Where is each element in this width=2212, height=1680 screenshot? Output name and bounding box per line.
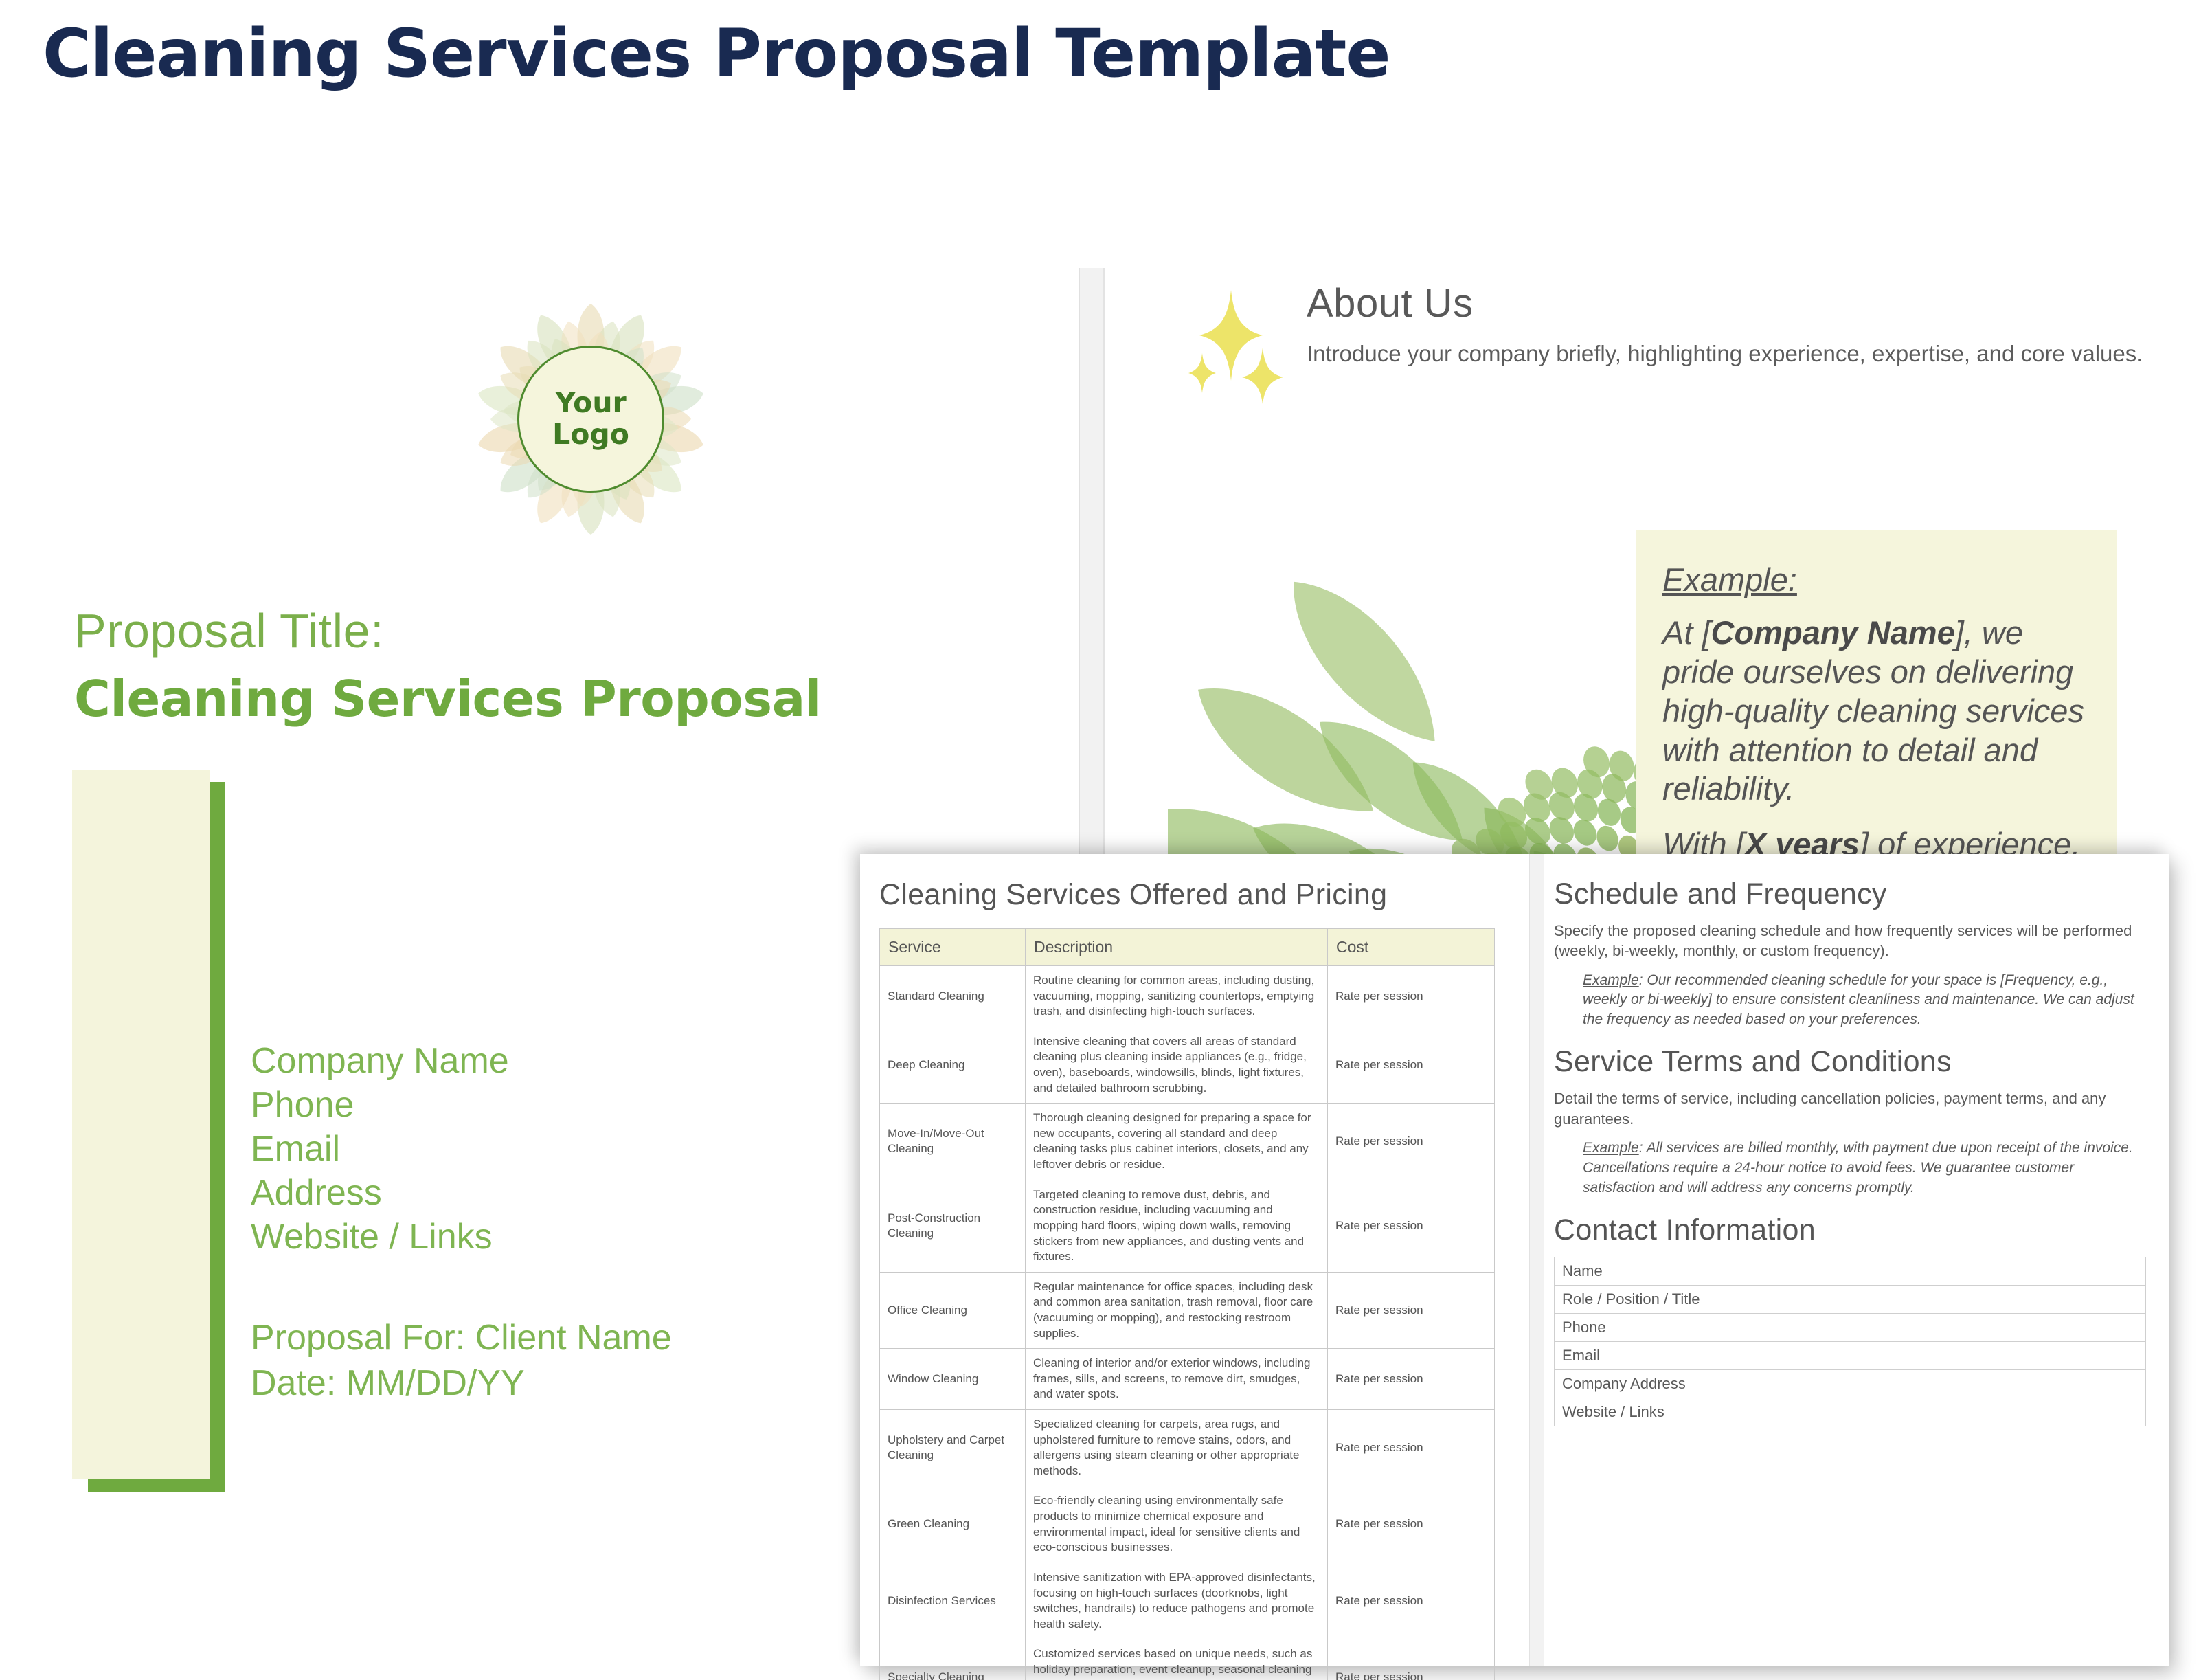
about-us-title: About Us — [1307, 281, 1474, 326]
logo-line-2: Logo — [552, 418, 629, 451]
description-cell: Customized services based on unique need… — [1025, 1639, 1328, 1680]
col-header-description: Description — [1025, 928, 1328, 966]
proposal-date: Date: MM/DD/YY — [251, 1363, 525, 1403]
cost-cell: Rate per session — [1327, 1103, 1495, 1180]
cost-cell: Rate per session — [1327, 1562, 1495, 1640]
logo-line-1: Your — [555, 386, 627, 420]
contact-field-label: Name — [1554, 1256, 2146, 1286]
cost-cell: Rate per session — [1327, 1271, 1495, 1349]
cost-cell: Rate per session — [1327, 1486, 1495, 1563]
logo-core: Your Logo — [517, 346, 664, 493]
table-header-row: Service Description Cost — [879, 928, 1495, 966]
service-cell: Green Cleaning — [879, 1486, 1026, 1563]
cost-cell: Rate per session — [1327, 1409, 1495, 1487]
service-cell: Disinfection Services — [879, 1562, 1026, 1640]
table-row: Office Cleaning Regular maintenance for o… — [879, 1271, 1495, 1349]
terms-title: Service Terms and Conditions — [1554, 1045, 1952, 1079]
service-cell: Upholstery and Carpet Cleaning — [879, 1409, 1026, 1487]
cover-contact-list: Company Name Phone Email Address Website… — [251, 1040, 509, 1259]
table-row: Standard Cleaning Routine cleaning for co… — [879, 965, 1495, 1027]
service-cell: Move-In/Move-Out Cleaning — [879, 1103, 1026, 1180]
contact-phone: Phone — [251, 1084, 354, 1125]
description-cell: Targeted cleaning to remove dust, debris… — [1025, 1179, 1328, 1273]
table-row: Disinfection Services Intensive sanitizat… — [879, 1562, 1495, 1640]
services-pricing-table: Service Description Cost Standard Cleani… — [879, 928, 1495, 1680]
proposal-title-value: Cleaning Services Proposal — [74, 670, 822, 728]
slide-divider-bottom — [1529, 854, 1544, 1666]
contact-field-label: Phone — [1554, 1312, 2146, 1342]
table-row: Specialty Cleaning Customized services ba… — [879, 1639, 1495, 1680]
description-cell: Thorough cleaning designed for preparing… — [1025, 1103, 1328, 1180]
cost-cell: Rate per session — [1327, 1179, 1495, 1273]
cost-cell: Rate per session — [1327, 965, 1495, 1027]
table-row: Deep Cleaning Intensive cleaning that cov… — [879, 1026, 1495, 1104]
table-row: Green Cleaning Eco-friendly cleaning usin… — [879, 1486, 1495, 1563]
service-cell: Window Cleaning — [879, 1348, 1026, 1411]
cost-cell: Rate per session — [1327, 1639, 1495, 1680]
table-row: Move-In/Move-Out Cleaning Thorough cleani… — [879, 1103, 1495, 1180]
contact-company: Company Name — [251, 1041, 509, 1081]
sparkle-icon — [1188, 290, 1283, 404]
service-cell: Deep Cleaning — [879, 1026, 1026, 1104]
page-root: Cleaning Services Proposal Template Your… — [0, 0, 2212, 1680]
contact-field-row[interactable]: Phone — [1554, 1312, 2146, 1342]
services-section-title: Cleaning Services Offered and Pricing — [879, 878, 1388, 911]
service-cell: Post-Construction Cleaning — [879, 1179, 1026, 1273]
col-header-service: Service — [879, 928, 1026, 966]
contact-email: Email — [251, 1128, 341, 1169]
table-row: Upholstery and Carpet Cleaning Specialize… — [879, 1409, 1495, 1487]
contact-website: Website / Links — [251, 1216, 493, 1257]
proposal-meta: Proposal For: Client Name Date: MM/DD/YY — [251, 1316, 672, 1406]
contact-field-row[interactable]: Name — [1554, 1256, 2146, 1286]
contact-field-row[interactable]: Company Address — [1554, 1369, 2146, 1398]
description-cell: Intensive cleaning that covers all areas… — [1025, 1026, 1328, 1104]
services-slide: Cleaning Services Offered and Pricing Se… — [860, 854, 2169, 1680]
example-paragraph-1: At [Company Name], we pride ourselves on… — [1662, 614, 2084, 807]
service-cell: Standard Cleaning — [879, 965, 1026, 1027]
cost-cell: Rate per session — [1327, 1026, 1495, 1104]
contact-address: Address — [251, 1172, 382, 1213]
contact-information-title: Contact Information — [1554, 1213, 1816, 1246]
page-title: Cleaning Services Proposal Template — [43, 15, 1390, 92]
contact-field-row[interactable]: Email — [1554, 1341, 2146, 1370]
description-cell: Cleaning of interior and/or exterior win… — [1025, 1348, 1328, 1411]
contact-field-label: Email — [1554, 1341, 2146, 1370]
service-cell: Office Cleaning — [879, 1271, 1026, 1349]
schedule-title: Schedule and Frequency — [1554, 877, 1887, 910]
terms-example: Example: All services are billed monthly… — [1583, 1139, 2133, 1196]
contact-field-label: Role / Position / Title — [1554, 1284, 2146, 1314]
contact-information-table: Name Role / Position / Title Phone Email Com… — [1554, 1256, 2146, 1426]
col-header-cost: Cost — [1327, 928, 1495, 966]
accent-bar-cream — [72, 770, 210, 1479]
description-cell: Regular maintenance for office spaces, i… — [1025, 1271, 1328, 1349]
logo: Your Logo — [467, 295, 714, 543]
description-cell: Routine cleaning for common areas, inclu… — [1025, 965, 1328, 1027]
service-cell: Specialty Cleaning — [879, 1639, 1026, 1680]
description-cell: Eco-friendly cleaning using environmenta… — [1025, 1486, 1328, 1563]
table-row: Window Cleaning Cleaning of interior and/… — [879, 1348, 1495, 1411]
terms-body: Detail the terms of service, including c… — [1554, 1090, 2106, 1128]
contact-field-row[interactable]: Role / Position / Title — [1554, 1284, 2146, 1314]
proposal-for-client: Proposal For: Client Name — [251, 1318, 672, 1358]
contact-field-row[interactable]: Website / Links — [1554, 1397, 2146, 1426]
description-cell: Specialized cleaning for carpets, area r… — [1025, 1409, 1328, 1487]
schedule-example: Example: Our recommended cleaning schedu… — [1583, 972, 2134, 1028]
about-us-body: Introduce your company briefly, highligh… — [1307, 341, 2143, 366]
schedule-body: Specify the proposed cleaning schedule a… — [1554, 922, 2132, 960]
cost-cell: Rate per session — [1327, 1348, 1495, 1411]
contact-field-label: Website / Links — [1554, 1397, 2146, 1426]
right-column: Schedule and Frequency Specify the propo… — [1554, 877, 2146, 1426]
proposal-title-label: Proposal Title: — [74, 604, 385, 658]
description-cell: Intensive sanitization with EPA-approved… — [1025, 1562, 1328, 1640]
contact-field-label: Company Address — [1554, 1369, 2146, 1398]
example-heading: Example: — [1662, 561, 1797, 598]
table-row: Post-Construction Cleaning Targeted clean… — [879, 1179, 1495, 1273]
